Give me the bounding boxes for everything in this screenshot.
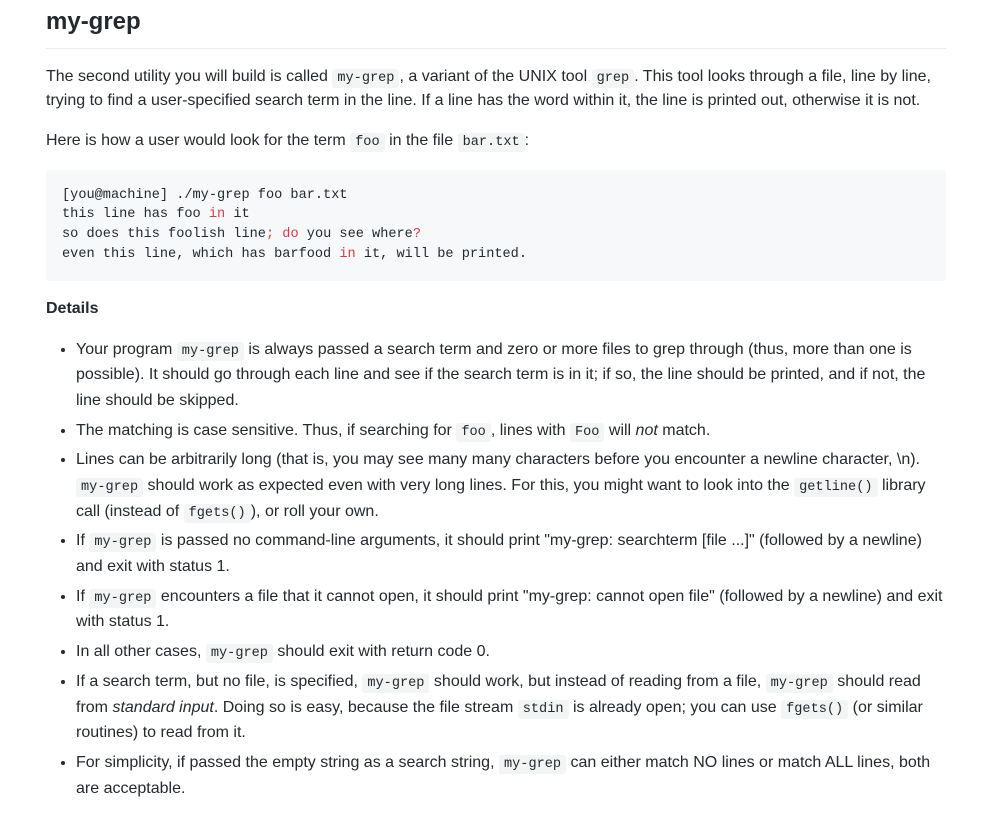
inline-code: foo [456,423,490,442]
keyword: do [282,227,298,242]
inline-code: my-grep [89,533,156,552]
inline-code: my-grep [89,589,156,608]
inline-code: my-grep [766,674,833,693]
list-item: In all other cases, my-grep should exit … [76,639,946,665]
list-item: The matching is case sensitive. Thus, if… [76,418,946,444]
inline-code: my-grep [76,478,143,497]
keyword: ; [266,227,274,242]
inline-code: my-grep [332,69,399,88]
inline-code: fgets() [781,700,848,719]
document-container: my-grep The second utility you will buil… [0,0,992,801]
inline-code: Foo [570,423,604,442]
keyword: in [339,247,355,262]
inline-code: stdin [518,700,569,719]
inline-code: my-grep [177,342,244,361]
emphasis: not [636,422,658,439]
intro-paragraph-1: The second utility you will build is cal… [46,65,946,113]
list-item: If my-grep encounters a file that it can… [76,584,946,635]
list-item: For simplicity, if passed the empty stri… [76,750,946,801]
list-item: Lines can be arbitrarily long (that is, … [76,447,946,524]
inline-code: my-grep [206,644,273,663]
details-list: Your program my-grep is always passed a … [46,337,946,802]
details-heading: Details [46,297,946,321]
inline-code: foo [350,133,384,152]
inline-code: grep [592,69,635,88]
list-item: If a search term, but no file, is specif… [76,669,946,746]
page-title: my-grep [46,4,946,49]
list-item: Your program my-grep is always passed a … [76,337,946,414]
inline-code: bar.txt [458,133,525,152]
inline-code: getline() [794,478,877,497]
inline-code: my-grep [362,674,429,693]
inline-code: fgets() [184,504,251,523]
inline-code: my-grep [499,755,566,774]
intro-paragraph-2: Here is how a user would look for the te… [46,129,946,153]
keyword: in [209,207,225,222]
code-block-example: [you@machine] ./my-grep foo bar.txt this… [46,170,946,281]
emphasis: standard input [112,699,213,716]
list-item: If my-grep is passed no command-line arg… [76,528,946,579]
keyword: ? [413,227,421,242]
